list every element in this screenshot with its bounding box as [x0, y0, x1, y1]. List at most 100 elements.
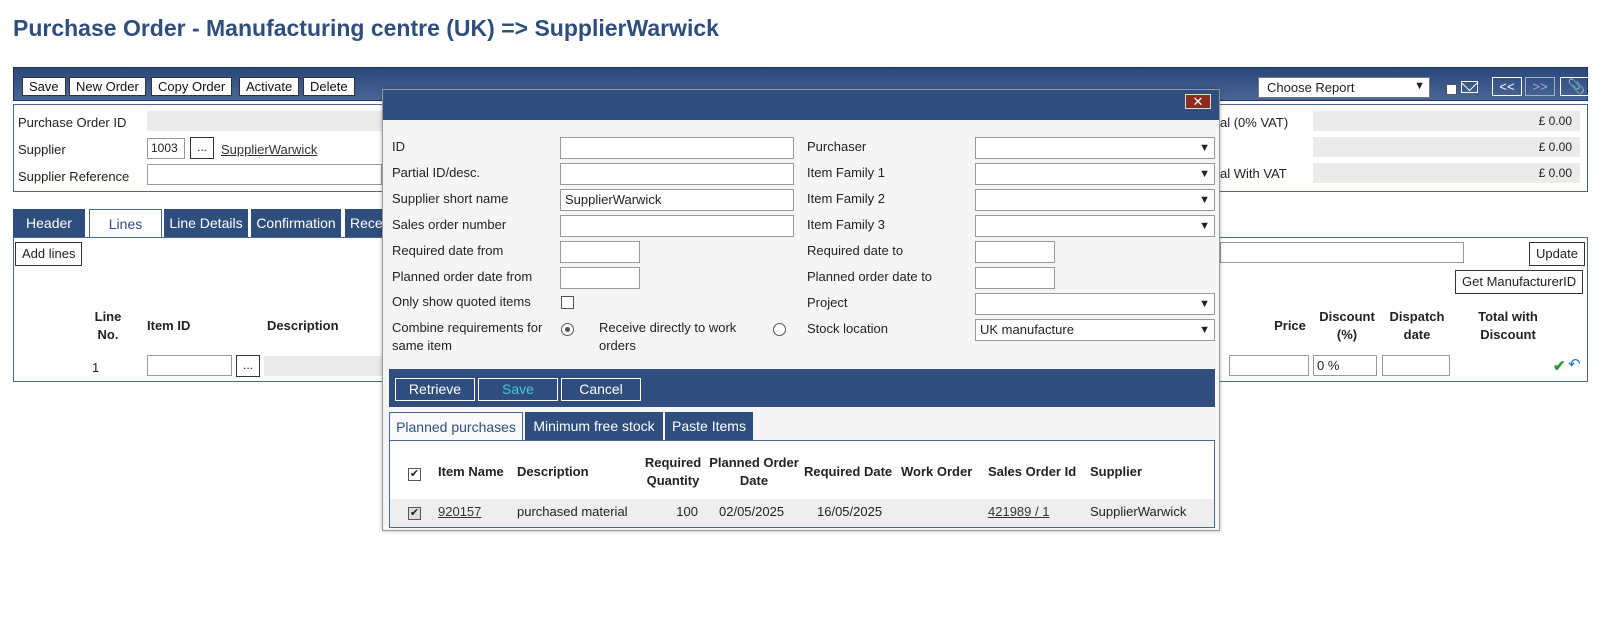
report-email-checkbox[interactable]	[1446, 84, 1457, 95]
required-date-to-input[interactable]	[975, 241, 1055, 263]
required-date-from-input[interactable]	[560, 241, 640, 263]
retrieve-button[interactable]: Retrieve	[395, 378, 475, 401]
row-sales-order-link[interactable]: 421989 / 1	[988, 503, 1049, 521]
delete-button[interactable]: Delete	[303, 77, 355, 96]
total-novat-value: £ 0.00	[1313, 111, 1580, 131]
project-label: Project	[807, 295, 848, 310]
save-button[interactable]: Save	[22, 77, 66, 96]
attachment-icon[interactable]: 📎	[1560, 77, 1593, 96]
line-number: 1	[92, 360, 100, 375]
combine-requirements-label: Combine requirements for same item	[392, 320, 543, 353]
column-total-with-discount: Total with Discount	[1478, 309, 1538, 342]
line-dispatch-date-input[interactable]	[1382, 355, 1450, 376]
activate-button[interactable]: Activate	[239, 77, 300, 96]
close-icon[interactable]: ✕	[1185, 94, 1211, 109]
supplier-link[interactable]: SupplierWarwick	[221, 142, 317, 157]
column-discount: Discount (%)	[1319, 309, 1375, 342]
supplier-short-name-label: Supplier short name	[392, 191, 509, 206]
undo-icon[interactable]: ↶	[1568, 355, 1581, 373]
item-family-3-select[interactable]: ▼	[975, 215, 1215, 237]
row-checkbox[interactable]: ✔	[408, 507, 421, 520]
line-item-id-input[interactable]	[147, 355, 232, 376]
supplier-label: Supplier	[18, 142, 66, 157]
row-item-name-link[interactable]: 920157	[438, 503, 481, 521]
copy-order-button[interactable]: Copy Order	[151, 77, 233, 96]
choose-report-select[interactable]: Choose Report ▼	[1258, 77, 1430, 98]
sales-order-number-input[interactable]	[560, 215, 794, 237]
column-line-no: Line No.	[94, 309, 122, 342]
purchase-order-id-field	[147, 111, 382, 131]
new-order-button[interactable]: New Order	[69, 77, 146, 96]
id-input[interactable]	[560, 137, 794, 159]
id-label: ID	[392, 139, 405, 154]
partial-desc-input[interactable]	[560, 163, 794, 185]
tab-line-details[interactable]: Line Details	[164, 209, 250, 237]
only-show-quoted-label: Only show quoted items	[392, 294, 531, 309]
choose-report-value: Choose Report	[1267, 80, 1355, 95]
planned-purchases-grid: ✔ Item Name Description Required Quantit…	[389, 440, 1215, 528]
line-discount-input[interactable]: 0 %	[1313, 355, 1377, 376]
tab-minimum-free-stock[interactable]: Minimum free stock	[525, 412, 663, 440]
select-all-checkbox[interactable]: ✔	[408, 468, 421, 481]
dialog-title-bar: ✕	[383, 90, 1219, 120]
dialog-action-bar: Retrieve Save Cancel	[389, 369, 1215, 407]
stock-location-select[interactable]: UK manufacture ▼	[975, 319, 1215, 341]
header-required-quantity: Required Quantity	[644, 455, 702, 488]
column-dispatch-date: Dispatch date	[1389, 309, 1445, 342]
stock-location-label: Stock location	[807, 321, 888, 336]
header-sales-order-id: Sales Order Id	[988, 464, 1077, 479]
add-lines-dialog: ✕ ID Partial ID/desc. Supplier short nam…	[382, 89, 1220, 531]
row-required-quantity: 100	[676, 504, 698, 519]
row-required-date: 16/05/2025	[817, 504, 883, 519]
purchase-order-id-label: Purchase Order ID	[18, 115, 127, 130]
purchaser-select[interactable]: ▼	[975, 137, 1215, 159]
dialog-cancel-button[interactable]: Cancel	[561, 378, 641, 401]
supplier-lookup-button[interactable]: ...	[190, 137, 214, 159]
previous-button[interactable]: <<	[1492, 77, 1522, 96]
lines-search-input[interactable]	[1220, 242, 1464, 263]
required-date-to-label: Required date to	[807, 243, 904, 258]
total-vat-amount-value: £ 0.00	[1313, 137, 1580, 157]
chevron-down-icon: ▼	[1199, 220, 1210, 232]
chevron-down-icon: ▼	[1414, 80, 1425, 92]
planned-order-date-from-input[interactable]	[560, 267, 640, 289]
receive-directly-radio[interactable]	[773, 323, 786, 336]
total-with-vat-label: al With VAT	[1220, 166, 1287, 181]
combine-requirements-radio[interactable]	[561, 323, 574, 336]
tab-planned-purchases[interactable]: Planned purchases	[389, 412, 523, 440]
tab-confirmation[interactable]: Confirmation	[251, 209, 343, 237]
row-planned-order-date: 02/05/2025	[719, 504, 785, 519]
header-required-date: Required Date	[804, 464, 893, 479]
dialog-save-button[interactable]: Save	[478, 378, 558, 401]
tab-lines[interactable]: Lines	[89, 209, 162, 238]
item-family-3-label: Item Family 3	[807, 217, 886, 232]
row-description: purchased material	[517, 504, 628, 519]
update-button[interactable]: Update	[1529, 242, 1585, 266]
get-manufacturer-id-button[interactable]: Get ManufacturerID	[1455, 270, 1584, 294]
chevron-down-icon: ▼	[1199, 194, 1210, 206]
line-item-lookup-button[interactable]: ...	[236, 355, 260, 377]
add-lines-button[interactable]: Add lines	[15, 242, 83, 266]
item-family-2-select[interactable]: ▼	[975, 189, 1215, 211]
project-select[interactable]: ▼	[975, 293, 1215, 315]
item-family-1-select[interactable]: ▼	[975, 163, 1215, 185]
total-with-vat-value: £ 0.00	[1313, 163, 1580, 183]
only-show-quoted-checkbox[interactable]	[561, 296, 574, 309]
chevron-down-icon: ▼	[1199, 168, 1210, 180]
planned-order-date-to-input[interactable]	[975, 267, 1055, 289]
planned-order-date-from-label: Planned order date from	[392, 269, 533, 284]
supplier-code-input[interactable]: 1003	[147, 138, 185, 159]
supplier-reference-input[interactable]	[147, 164, 382, 185]
header-planned-order-date: Planned Order Date	[709, 455, 799, 488]
partial-desc-label: Partial ID/desc.	[392, 165, 481, 180]
purchaser-label: Purchaser	[807, 139, 867, 154]
confirm-check-icon[interactable]: ✔	[1553, 357, 1566, 375]
next-button[interactable]: >>	[1525, 77, 1555, 96]
tab-paste-items[interactable]: Paste Items	[665, 412, 753, 440]
stock-location-value: UK manufacture	[980, 322, 1074, 337]
chevron-down-icon: ▼	[1199, 298, 1210, 310]
mail-icon[interactable]	[1461, 81, 1478, 93]
line-price-input[interactable]	[1229, 355, 1309, 376]
supplier-short-name-input[interactable]: SupplierWarwick	[560, 189, 794, 211]
tab-header[interactable]: Header	[13, 209, 87, 237]
